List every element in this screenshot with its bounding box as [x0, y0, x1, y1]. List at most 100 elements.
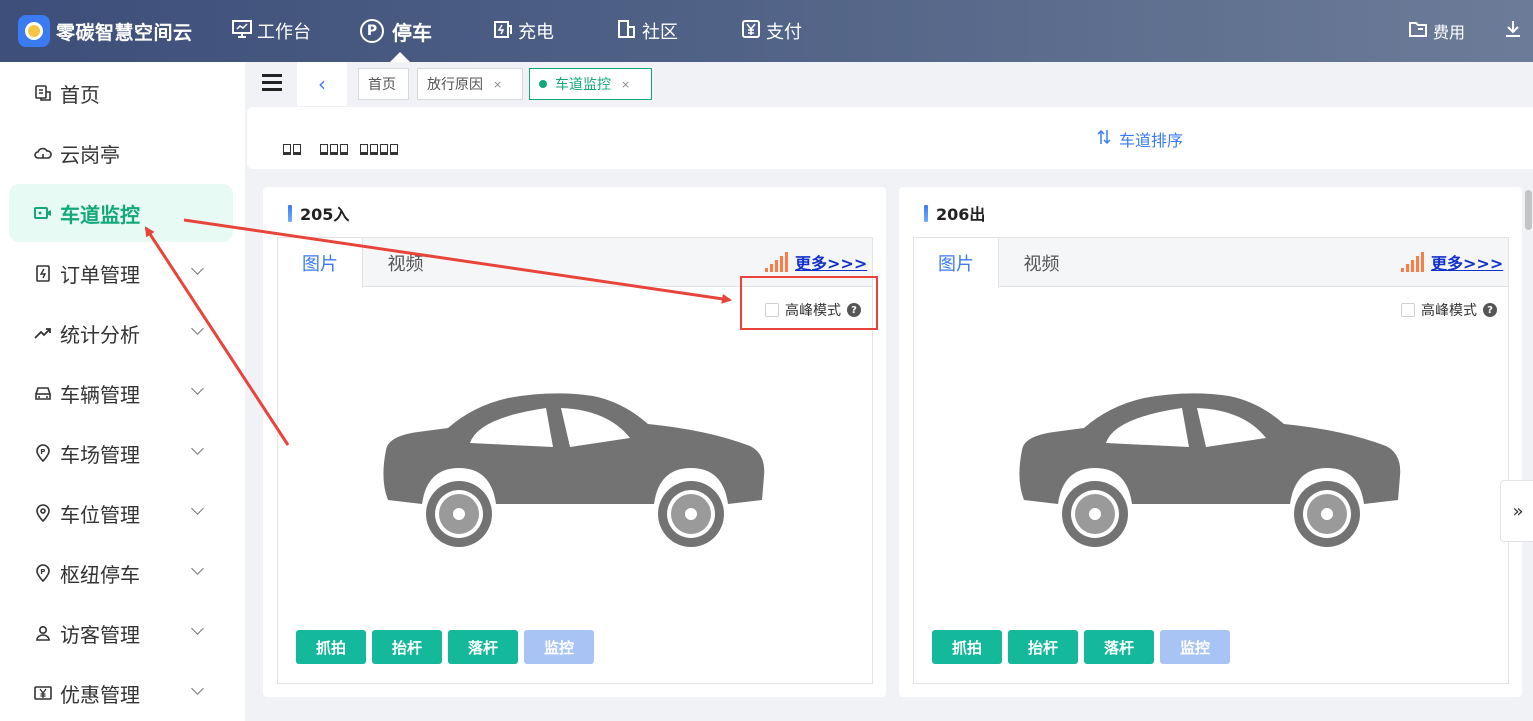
logo-icon: [18, 15, 50, 47]
building-icon: [617, 19, 637, 44]
lower-barrier-button[interactable]: 落杆: [448, 630, 518, 664]
sidebar-item-label: 订单管理: [60, 262, 140, 287]
active-nav-indicator: [390, 52, 410, 62]
layout-4-columns-button[interactable]: [360, 144, 398, 156]
scrollbar-thumb[interactable]: [1525, 190, 1532, 230]
tab-home[interactable]: 首页: [358, 68, 409, 100]
capture-button[interactable]: 抓拍: [296, 630, 366, 664]
sidebar-item-label: 枢纽停车: [60, 562, 140, 587]
parking-pin-icon: P: [360, 19, 384, 43]
tab-label: 首页: [368, 77, 396, 93]
svg-text:P: P: [40, 568, 45, 576]
more-link[interactable]: 更多>>>: [795, 250, 867, 274]
nav-fee[interactable]: 费用: [1409, 0, 1465, 62]
sidebar-item-label: 车道监控: [60, 202, 140, 227]
annotation-highlight-box: [740, 276, 878, 330]
title-accent-bar: [924, 204, 928, 222]
active-dot-icon: [539, 80, 547, 88]
nav-label: 支付: [766, 22, 802, 43]
sidebar-item-label: 优惠管理: [60, 682, 140, 707]
tab-release-reason[interactable]: 放行原因 ×: [417, 68, 523, 100]
signal-strength-icon: [1401, 252, 1424, 272]
raise-barrier-button[interactable]: 抬杆: [372, 630, 442, 664]
tabs-back-button[interactable]: ‹: [297, 62, 347, 106]
sidebar-item-lane-monitor[interactable]: 车道监控: [9, 184, 233, 242]
raise-barrier-button[interactable]: 抬杆: [1008, 630, 1078, 664]
sidebar-item-home[interactable]: 首页: [9, 64, 233, 122]
tab-video[interactable]: 视频: [999, 238, 1084, 287]
tab-label: 放行原因: [427, 77, 483, 93]
tab-image[interactable]: 图片: [278, 238, 363, 288]
more-link[interactable]: 更多>>>: [1431, 250, 1503, 274]
sidebar-item-orders[interactable]: 订单管理: [9, 244, 233, 302]
lane-title: 205入: [288, 201, 349, 225]
lane-card: 206出 图片 视频 更多>>> 高峰模式 ? 抓拍 抬杆 落杆 监控: [899, 187, 1522, 697]
sidebar-item-vehicles[interactable]: 车辆管理: [9, 364, 233, 422]
sidebar-item-label: 车辆管理: [60, 382, 140, 407]
chevron-down-icon: [191, 382, 204, 395]
tab-close-icon[interactable]: ×: [493, 78, 502, 91]
nav-label: 充电: [518, 22, 554, 43]
download-button[interactable]: [1505, 0, 1521, 62]
tab-image[interactable]: 图片: [914, 238, 999, 288]
video-icon: [34, 204, 52, 222]
lane-sort-button[interactable]: 车道排序: [1097, 127, 1183, 151]
lower-barrier-button[interactable]: 落杆: [1084, 630, 1154, 664]
sidebar-item-discounts[interactable]: 优惠管理: [9, 664, 233, 721]
tab-video[interactable]: 视频: [363, 238, 448, 287]
sidebar: 首页 云岗亭 车道监控 订单管理 统计分析 车辆管理 P 车场管理 车位管理 P…: [0, 62, 245, 721]
monitor-button[interactable]: 监控: [1160, 630, 1230, 664]
tab-label: 车道监控: [555, 77, 611, 93]
trend-icon: [34, 324, 52, 342]
parking-icon: P: [34, 444, 52, 462]
chevron-left-icon: ‹: [318, 72, 326, 96]
tab-lane-monitor[interactable]: 车道监控 ×: [529, 68, 652, 100]
top-navbar: 零碳智慧空间云 工作台 P 停车 充电 社区 支付 费用: [0, 0, 1533, 62]
cloud-icon: [34, 144, 52, 162]
layout-3-columns-button[interactable]: [320, 144, 348, 156]
sort-label: 车道排序: [1119, 131, 1184, 150]
checkbox[interactable]: [1401, 303, 1415, 317]
sidebar-item-cloud-booth[interactable]: 云岗亭: [9, 124, 233, 182]
help-icon[interactable]: ?: [1483, 303, 1497, 317]
folder-icon: [1409, 21, 1427, 41]
title-accent-bar: [288, 204, 292, 222]
sidebar-item-visitors[interactable]: 访客管理: [9, 604, 233, 662]
sidebar-item-label: 云岗亭: [60, 142, 120, 167]
menu-toggle-button[interactable]: [262, 74, 282, 92]
capture-button[interactable]: 抓拍: [932, 630, 1002, 664]
scrollbar-track[interactable]: [1524, 187, 1533, 721]
sidebar-item-parking-space[interactable]: 车位管理: [9, 484, 233, 542]
lane-toolbar: 车道排序: [247, 107, 1533, 169]
sidebar-item-label: 车位管理: [60, 502, 140, 527]
monitor-button[interactable]: 监控: [524, 630, 594, 664]
next-page-button[interactable]: »: [1500, 480, 1533, 542]
app-name: 零碳智慧空间云: [56, 21, 193, 44]
charge-icon: [493, 20, 513, 43]
parking-icon: P: [34, 564, 52, 582]
monitor-icon: [232, 19, 252, 43]
tab-close-icon[interactable]: ×: [621, 78, 630, 91]
nav-workbench[interactable]: 工作台: [232, 0, 311, 62]
double-chevron-right-icon: »: [1512, 500, 1524, 522]
yuan-icon: [741, 19, 761, 44]
chevron-down-icon: [191, 442, 204, 455]
home-device-icon: [34, 84, 52, 102]
layout-2-columns-button[interactable]: [283, 144, 301, 156]
download-icon: [1505, 20, 1521, 42]
peak-mode-checkbox[interactable]: 高峰模式 ?: [1401, 300, 1497, 320]
car-placeholder-image: [1019, 393, 1401, 547]
nav-payment[interactable]: 支付: [741, 0, 802, 62]
nav-label: 社区: [642, 22, 678, 43]
chevron-down-icon: [191, 622, 204, 635]
nav-label: 停车: [392, 20, 432, 45]
nav-community[interactable]: 社区: [617, 0, 678, 62]
sidebar-item-statistics[interactable]: 统计分析: [9, 304, 233, 362]
app-logo[interactable]: 零碳智慧空间云: [18, 14, 193, 48]
chevron-down-icon: [191, 502, 204, 515]
sidebar-item-label: 首页: [60, 82, 100, 107]
chevron-down-icon: [191, 562, 204, 575]
sidebar-item-parking-lot[interactable]: P 车场管理: [9, 424, 233, 482]
nav-charging[interactable]: 充电: [493, 0, 554, 62]
sidebar-item-hub-parking[interactable]: P 枢纽停车: [9, 544, 233, 602]
